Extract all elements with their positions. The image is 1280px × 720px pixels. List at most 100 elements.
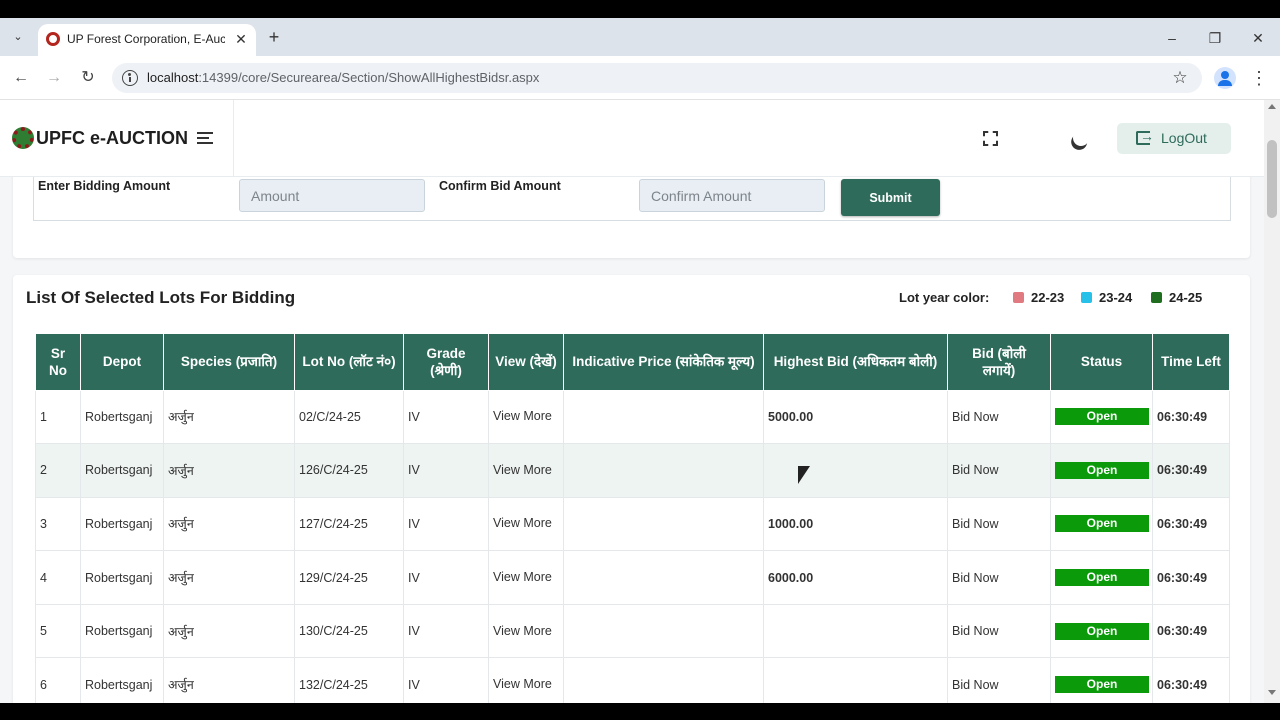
submit-button[interactable]: Submit — [841, 179, 940, 216]
cell-grade: IV — [403, 550, 489, 605]
cell-status: Open — [1050, 550, 1153, 605]
cell-indicative-price — [563, 603, 764, 659]
logout-button[interactable]: LogOut — [1117, 123, 1231, 154]
cell-depot: Robertsganj — [80, 443, 164, 498]
cell-grade: IV — [403, 603, 489, 659]
col-header-species: Species (प्रजाति) — [163, 334, 295, 391]
cell-indicative-price — [563, 496, 764, 552]
profile-avatar-icon[interactable] — [1214, 67, 1236, 89]
cell-sr: 1 — [35, 389, 81, 445]
table-row: 4 Robertsganj अर्जुन 129/C/24-25 IV View… — [35, 550, 1230, 605]
cell-depot: Robertsganj — [80, 657, 164, 703]
cell-indicative-price — [563, 550, 764, 605]
legend-swatch-24-25 — [1151, 292, 1162, 303]
bid-now-link[interactable]: Bid Now — [947, 443, 1051, 498]
minimize-icon[interactable]: – — [1162, 28, 1182, 48]
col-header-view: View (देखें) — [488, 334, 564, 391]
legend-swatch-22-23 — [1013, 292, 1024, 303]
brand-name: UPFC e-AUCTION — [36, 128, 188, 148]
table-row: 1 Robertsganj अर्जुन 02/C/24-25 IV View … — [35, 389, 1230, 445]
legend-label: 24-25 — [1169, 290, 1203, 305]
window-close-icon[interactable]: ✕ — [1248, 28, 1268, 48]
confirm-amount-input[interactable] — [639, 179, 825, 212]
cell-sr: 3 — [35, 496, 81, 552]
cell-grade: IV — [403, 389, 489, 445]
bid-now-link[interactable]: Bid Now — [947, 550, 1051, 605]
legend-label: 22-23 — [1031, 290, 1065, 305]
cell-time-left: 06:30:49 — [1152, 389, 1230, 445]
cell-species: अर्जुन — [163, 603, 295, 659]
cell-lot-no: 02/C/24-25 — [294, 389, 404, 445]
view-more-link[interactable]: View More — [488, 443, 564, 498]
status-badge: Open — [1055, 622, 1149, 640]
bottom-black-bar — [0, 703, 1280, 720]
legend-swatch-23-24 — [1081, 292, 1092, 303]
cell-species: अर्जुन — [163, 657, 295, 703]
app-header: UPFC e-AUCTION LogOut — [0, 100, 1264, 177]
hamburger-menu-icon[interactable] — [197, 132, 213, 144]
cell-species: अर्जुन — [163, 496, 295, 552]
restore-icon[interactable]: ❐ — [1205, 28, 1225, 48]
page-scrollbar[interactable] — [1264, 100, 1280, 703]
fullscreen-icon[interactable] — [983, 131, 998, 146]
browser-menu-kebab-icon[interactable]: ⋮ — [1250, 67, 1268, 89]
col-header-status: Status — [1050, 334, 1153, 391]
bid-now-link[interactable]: Bid Now — [947, 657, 1051, 703]
logout-label: LogOut — [1161, 130, 1207, 146]
bidding-amount-label: Enter Bidding Amount — [38, 179, 171, 193]
bid-now-link[interactable]: Bid Now — [947, 496, 1051, 552]
new-tab-plus-icon[interactable]: + — [264, 28, 284, 48]
cell-sr: 2 — [35, 443, 81, 498]
cell-status: Open — [1050, 443, 1153, 498]
cell-depot: Robertsganj — [80, 550, 164, 605]
scroll-down-arrow-icon[interactable] — [1268, 690, 1276, 695]
cell-time-left: 06:30:49 — [1152, 603, 1230, 659]
bookmark-star-icon[interactable]: ☆ — [1169, 67, 1191, 89]
status-badge: Open — [1055, 569, 1149, 587]
dark-mode-moon-icon[interactable] — [1071, 128, 1092, 149]
view-more-link[interactable]: View More — [488, 603, 564, 659]
cell-grade: IV — [403, 496, 489, 552]
cell-grade: IV — [403, 443, 489, 498]
cell-time-left: 06:30:49 — [1152, 443, 1230, 498]
cell-indicative-price — [563, 657, 764, 703]
cell-sr: 4 — [35, 550, 81, 605]
col-header-grade: Grade (श्रेणी) — [403, 334, 489, 391]
browser-tab[interactable]: UP Forest Corporation, E-Auction ✕ — [38, 24, 256, 56]
url-omnibox[interactable]: localhost:14399/core/Securearea/Section/… — [112, 63, 1202, 93]
back-arrow-icon[interactable]: ← — [10, 67, 32, 89]
cell-highest-bid: 1000.00 — [763, 496, 948, 552]
cell-status: Open — [1050, 389, 1153, 445]
brand-area: UPFC e-AUCTION — [0, 100, 234, 177]
screen: ⌄ UP Forest Corporation, E-Auction ✕ + –… — [0, 0, 1280, 720]
cell-sr: 5 — [35, 603, 81, 659]
bidding-amount-input[interactable] — [239, 179, 425, 212]
bid-now-link[interactable]: Bid Now — [947, 389, 1051, 445]
site-info-icon[interactable] — [122, 70, 138, 86]
bid-now-link[interactable]: Bid Now — [947, 603, 1051, 659]
scroll-up-arrow-icon[interactable] — [1268, 104, 1276, 109]
view-more-link[interactable]: View More — [488, 550, 564, 605]
cell-time-left: 06:30:49 — [1152, 496, 1230, 552]
view-more-link[interactable]: View More — [488, 389, 564, 445]
cell-depot: Robertsganj — [80, 496, 164, 552]
col-header-lot-no: Lot No (लॉट नं०) — [294, 334, 404, 391]
scrollbar-thumb[interactable] — [1267, 140, 1277, 218]
cell-lot-no: 126/C/24-25 — [294, 443, 404, 498]
table-row: 6 Robertsganj अर्जुन 132/C/24-25 IV View… — [35, 657, 1230, 703]
cell-lot-no: 130/C/24-25 — [294, 603, 404, 659]
logout-icon — [1136, 128, 1154, 145]
browser-address-bar: ← → ↻ localhost:14399/core/Securearea/Se… — [0, 56, 1280, 100]
tab-search-chevron-icon[interactable]: ⌄ — [8, 27, 28, 47]
legend-title: Lot year color: — [899, 290, 990, 305]
view-more-link[interactable]: View More — [488, 657, 564, 703]
tab-close-icon[interactable]: ✕ — [232, 30, 250, 48]
forward-arrow-icon[interactable]: → — [43, 67, 65, 89]
cell-status: Open — [1050, 496, 1153, 552]
reload-icon[interactable]: ↻ — [77, 67, 99, 89]
view-more-link[interactable]: View More — [488, 496, 564, 552]
browser-tabstrip: ⌄ UP Forest Corporation, E-Auction ✕ + –… — [0, 18, 1280, 56]
status-badge: Open — [1055, 408, 1149, 426]
cell-species: अर्जुन — [163, 443, 295, 498]
cell-lot-no: 127/C/24-25 — [294, 496, 404, 552]
